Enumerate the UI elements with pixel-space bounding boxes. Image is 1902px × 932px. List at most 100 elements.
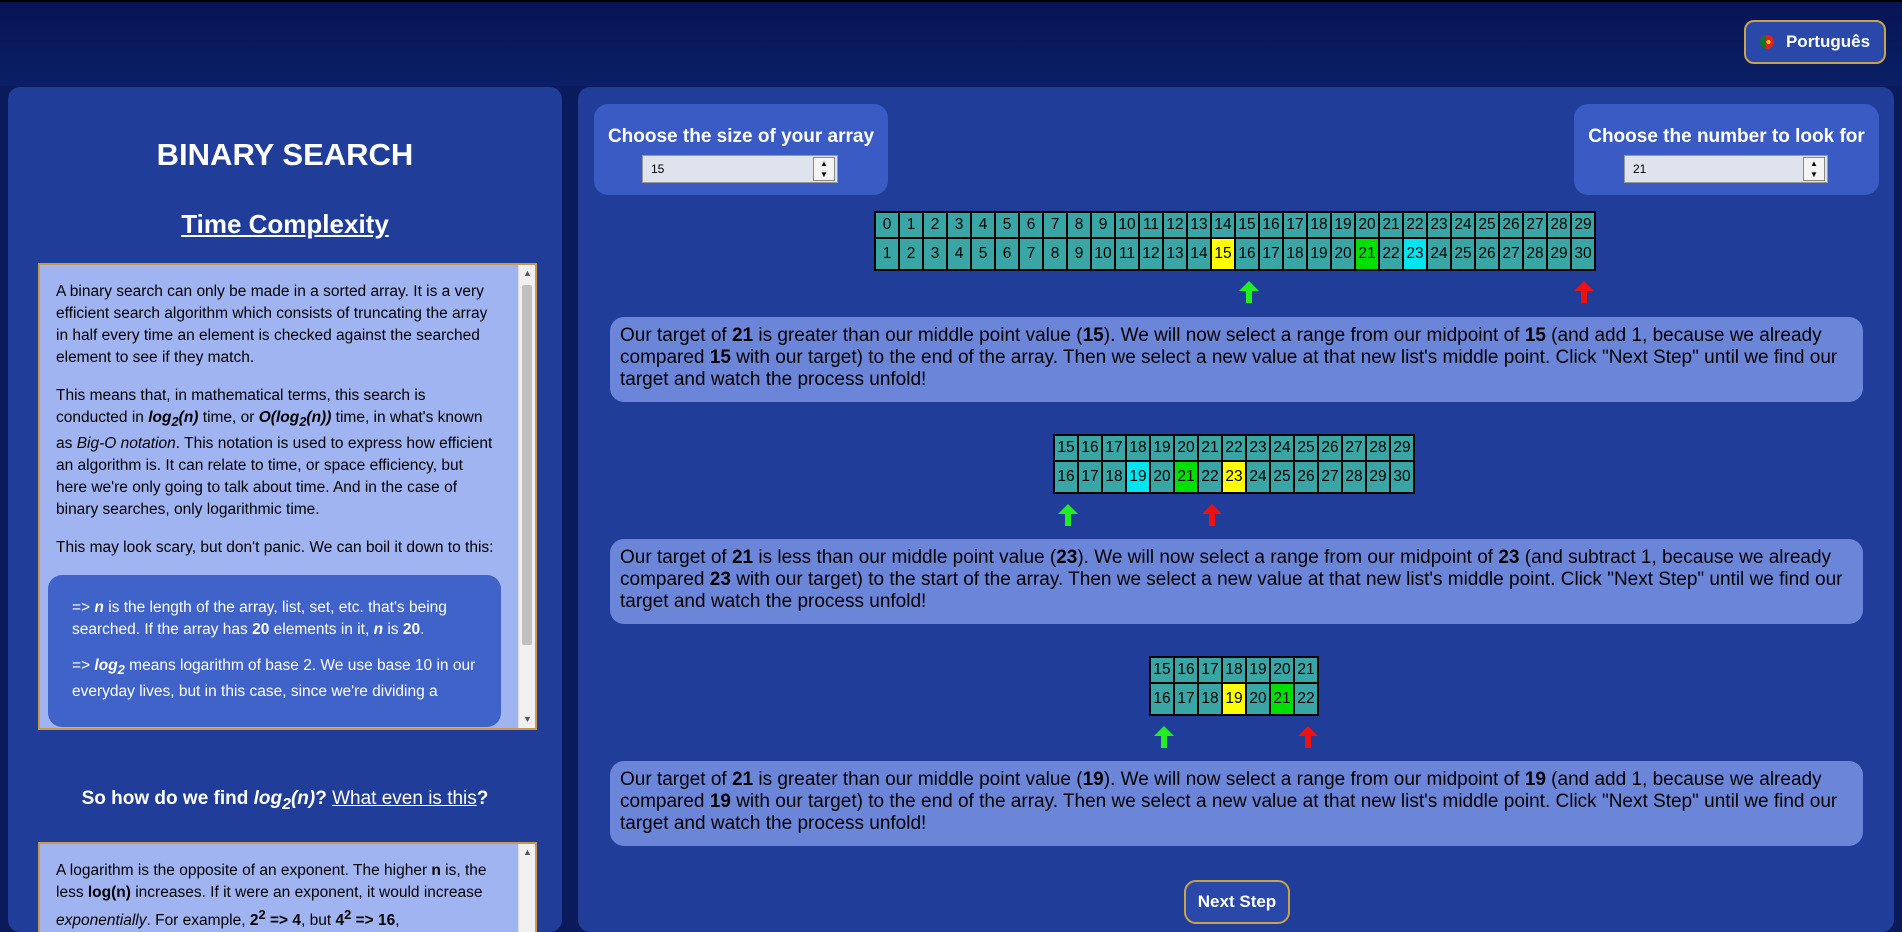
array-value-cell: 16 xyxy=(1151,684,1173,714)
language-label: Português xyxy=(1785,32,1871,51)
array-value-cell: 6 xyxy=(996,239,1018,269)
array-size-input[interactable]: 15 ▲ ▼ xyxy=(642,155,838,183)
page-title: BINARY SEARCH xyxy=(156,137,414,172)
array-index-cell: 2 xyxy=(924,213,946,237)
array-value-cell: 11 xyxy=(1116,239,1138,269)
paragraph: A binary search can only be made in a so… xyxy=(56,283,488,366)
array-value-cell: 17 xyxy=(1079,462,1101,492)
top-bar: Português xyxy=(0,0,1902,86)
array-value-cell: 28 xyxy=(1524,239,1546,269)
array-index-cell: 9 xyxy=(1092,213,1114,237)
array-index-cell: 4 xyxy=(972,213,994,237)
what-even-is-this-link[interactable]: What even is this xyxy=(332,788,477,809)
array-value-cell: 3 xyxy=(924,239,946,269)
array-index-cell: 21 xyxy=(1380,213,1402,237)
portugal-flag-icon xyxy=(1759,35,1774,49)
array-index-cell: 27 xyxy=(1343,436,1365,460)
array-value-cell: 24 xyxy=(1428,239,1450,269)
array-value-cell-highlight: 23 xyxy=(1404,239,1426,269)
target-number-label: Choose the number to look for xyxy=(1588,126,1865,147)
array-value-cell: 13 xyxy=(1164,239,1186,269)
array-index-cell: 27 xyxy=(1524,213,1546,237)
info-panel: BINARY SEARCH Time Complexity A binary s… xyxy=(8,87,562,932)
array-value-cell: 25 xyxy=(1452,239,1474,269)
definition-n: => n is the length of the array, list, s… xyxy=(72,599,447,639)
array-value-cell: 29 xyxy=(1548,239,1570,269)
array-size-label: Choose the size of your array xyxy=(607,126,875,147)
scroll-up-icon[interactable]: ▲ xyxy=(519,844,535,861)
array-value-cell: 26 xyxy=(1476,239,1498,269)
array-index-cell: 14 xyxy=(1212,213,1234,237)
next-step-button[interactable]: Next Step xyxy=(1184,880,1290,924)
array-value-cell: 29 xyxy=(1367,462,1389,492)
spinner-arrows-icon[interactable]: ▲ ▼ xyxy=(813,157,835,181)
array-step-2: 15 16 16 17 17 18 18 19 19 20 20 21 21 22 22 23 23 24 24 25… xyxy=(1053,434,1415,494)
array-index-cell: 25 xyxy=(1295,436,1317,460)
array-index-cell: 3 xyxy=(948,213,970,237)
array-index-cell: 26 xyxy=(1319,436,1341,460)
step-message-3: Our target of 21 is greater than our mid… xyxy=(610,761,1863,846)
array-index-cell: 21 xyxy=(1295,658,1317,682)
spinner-arrows-icon[interactable]: ▲ ▼ xyxy=(1803,157,1825,181)
array-index-cell: 11 xyxy=(1140,213,1162,237)
array-index-cell: 20 xyxy=(1175,436,1197,460)
array-step-3: 15 16 16 17 17 18 18 19 19 20 20 21 21 22 xyxy=(1149,656,1319,716)
section-title-time-complexity[interactable]: Time Complexity xyxy=(8,209,562,240)
array-index-cell: 24 xyxy=(1271,436,1293,460)
array-index-cell: 23 xyxy=(1428,213,1450,237)
definition-panel: => n is the length of the array, list, s… xyxy=(48,575,501,728)
array-index-cell: 29 xyxy=(1572,213,1594,237)
array-value-cell: 20 xyxy=(1332,239,1354,269)
array-value-cell: 10 xyxy=(1092,239,1114,269)
visualizer-panel: Choose the size of your array 15 ▲ ▼ Choo… xyxy=(578,87,1894,932)
start-pointer-icon xyxy=(1154,726,1174,748)
array-index-cell: 19 xyxy=(1151,436,1173,460)
array-index-cell: 12 xyxy=(1164,213,1186,237)
scrollbar-thumb[interactable] xyxy=(522,285,532,645)
array-value-cell-midpoint: 15 xyxy=(1212,239,1234,269)
definition-log2: => log2 means logarithm of base 2. We us… xyxy=(72,657,476,701)
array-index-cell: 19 xyxy=(1247,658,1269,682)
array-value-cell: 26 xyxy=(1295,462,1317,492)
logarithm-text-box[interactable]: A logarithm is the opposite of an expone… xyxy=(38,842,537,932)
array-index-cell: 21 xyxy=(1199,436,1221,460)
end-pointer-icon xyxy=(1574,281,1594,303)
array-value-cell: 19 xyxy=(1308,239,1330,269)
array-index-cell: 16 xyxy=(1079,436,1101,460)
step-message-2: Our target of 21 is less than our middle… xyxy=(610,539,1863,624)
array-value-cell: 14 xyxy=(1188,239,1210,269)
end-pointer-icon xyxy=(1202,504,1222,526)
array-index-cell: 25 xyxy=(1476,213,1498,237)
array-value-cell: 30 xyxy=(1391,462,1413,492)
array-index-cell: 10 xyxy=(1116,213,1138,237)
scrollbar[interactable]: ▲ xyxy=(518,844,535,932)
array-value-cell: 12 xyxy=(1140,239,1162,269)
array-index-cell: 7 xyxy=(1044,213,1066,237)
array-value-cell: 4 xyxy=(948,239,970,269)
array-value-cell: 20 xyxy=(1247,684,1269,714)
array-value-cell: 5 xyxy=(972,239,994,269)
array-value-cell: 28 xyxy=(1343,462,1365,492)
array-index-cell: 5 xyxy=(996,213,1018,237)
array-value-cell: 22 xyxy=(1295,684,1317,714)
scroll-down-icon[interactable]: ▼ xyxy=(519,711,535,728)
array-value-cell-highlight: 19 xyxy=(1127,462,1149,492)
time-complexity-text-box[interactable]: A binary search can only be made in a so… xyxy=(38,263,537,730)
start-pointer-icon xyxy=(1058,504,1078,526)
array-index-cell: 15 xyxy=(1236,213,1258,237)
scrollbar[interactable]: ▲ ▼ xyxy=(518,265,535,728)
array-value-cell: 30 xyxy=(1572,239,1594,269)
array-index-cell: 26 xyxy=(1500,213,1522,237)
array-value-cell: 25 xyxy=(1271,462,1293,492)
log-question-heading: So how do we find log2(n)? What even is … xyxy=(81,788,489,813)
target-number-input[interactable]: 21 ▲ ▼ xyxy=(1624,155,1828,183)
array-index-cell: 18 xyxy=(1308,213,1330,237)
array-index-cell: 16 xyxy=(1175,658,1197,682)
step-message-1: Our target of 21 is greater than our mid… xyxy=(610,317,1863,402)
language-button[interactable]: Português xyxy=(1744,20,1886,64)
scroll-up-icon[interactable]: ▲ xyxy=(519,265,535,282)
array-value-cell: 17 xyxy=(1175,684,1197,714)
array-value-cell-target: 21 xyxy=(1356,239,1378,269)
array-index-cell: 6 xyxy=(1020,213,1042,237)
array-size-chooser: Choose the size of your array 15 ▲ ▼ xyxy=(594,104,888,195)
